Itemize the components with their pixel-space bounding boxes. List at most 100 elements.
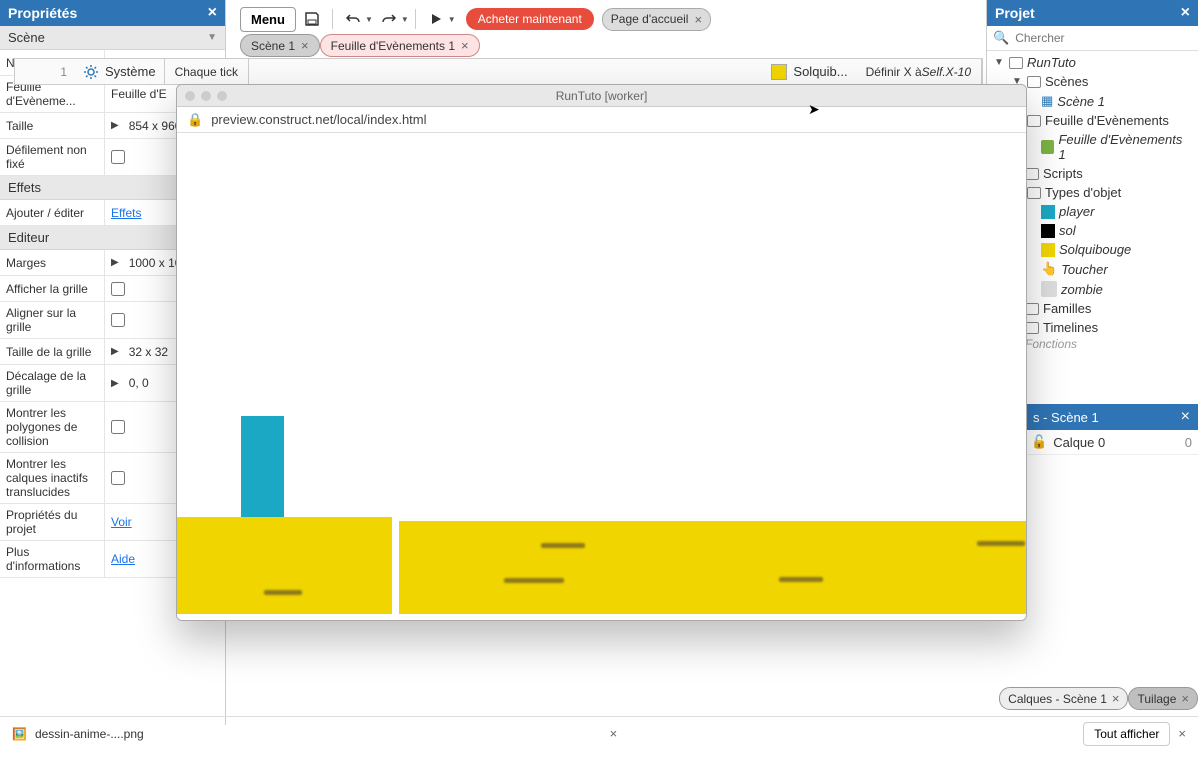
project-header: Projet × — [987, 0, 1198, 26]
properties-title: Propriétés — [8, 5, 77, 21]
tab-tilemap[interactable]: Tuilage × — [1128, 687, 1198, 710]
undo-button[interactable] — [339, 5, 367, 33]
game-detail — [779, 577, 823, 582]
file-icon: 🖼️ — [12, 727, 27, 741]
view-link[interactable]: Voir — [111, 515, 132, 529]
event-condition-tick[interactable]: Chaque tick — [165, 59, 249, 84]
play-dropdown-icon[interactable]: ▼ — [448, 15, 456, 24]
event-condition-system[interactable]: Système — [75, 59, 165, 84]
prop-taille-label: Taille — [0, 113, 105, 138]
chevron-down-icon: ▼ — [207, 32, 217, 43]
undo-dropdown-icon[interactable]: ▼ — [365, 15, 373, 24]
game-ground — [399, 521, 1027, 614]
close-icon[interactable]: × — [461, 38, 469, 53]
lock-icon[interactable]: 🔓 — [1031, 434, 1047, 450]
file-close-icon[interactable]: × — [610, 726, 618, 741]
prop-inactifs-label: Montrer les calques inactifs translucide… — [0, 453, 105, 503]
show-all-button[interactable]: Tout afficher — [1083, 722, 1170, 746]
action-expression[interactable]: Définir X à Self.X-10 — [856, 59, 982, 84]
search-input[interactable] — [1015, 31, 1192, 45]
folder-icon — [1025, 322, 1039, 334]
prop-defil-checkbox[interactable] — [111, 150, 125, 164]
prop-inactifs-checkbox[interactable] — [111, 471, 125, 485]
game-ground — [177, 517, 392, 614]
save-button[interactable] — [298, 5, 326, 33]
home-tab[interactable]: Page d'accueil × — [602, 8, 711, 31]
prop-plusinfo-label: Plus d'informations — [0, 541, 105, 577]
separator — [415, 9, 416, 29]
file-name: dessin-anime-....png — [35, 727, 144, 741]
folder-icon — [1025, 303, 1039, 315]
folder-icon — [1027, 187, 1041, 199]
sprite-icon — [1041, 281, 1057, 297]
document-tabs: Scène 1 × Feuille d'Evènements 1 × — [240, 34, 480, 57]
event-action[interactable]: Solquib... — [763, 64, 855, 80]
game-detail — [541, 543, 585, 548]
play-button[interactable] — [422, 5, 450, 33]
close-icon[interactable]: × — [694, 12, 702, 27]
preview-title: RunTuto [worker] — [177, 89, 1026, 103]
section-scene[interactable]: Scène ▼ — [0, 26, 225, 50]
prop-aligngrille-label: Aligner sur la grille — [0, 302, 105, 338]
project-search: 🔍 — [987, 26, 1198, 51]
expand-icon[interactable]: ▶ — [111, 346, 119, 357]
separator — [332, 9, 333, 29]
prop-defil-label: Défilement non fixé — [0, 139, 105, 175]
effects-link[interactable]: Effets — [111, 206, 141, 220]
layers-header: s - Scène 1 × — [1025, 404, 1198, 430]
redo-dropdown-icon[interactable]: ▼ — [401, 15, 409, 24]
menu-button[interactable]: Menu — [240, 7, 296, 32]
layers-close-icon[interactable]: × — [1181, 408, 1190, 426]
prop-affgrille-checkbox[interactable] — [111, 282, 125, 296]
preview-viewport[interactable] — [177, 133, 1026, 620]
close-icon[interactable]: × — [1112, 691, 1120, 706]
right-bottom-tabs: Calques - Scène 1 × Tuilage × — [999, 687, 1198, 710]
event-row[interactable]: 1 Système Chaque tick Solquib... Définir… — [14, 58, 983, 85]
tab-scene1[interactable]: Scène 1 × — [240, 34, 320, 57]
tab-eventsheet-label: Feuille d'Evènements 1 — [331, 39, 455, 53]
action-object: Solquib... — [793, 64, 847, 79]
lock-icon: 🔒 — [187, 112, 203, 128]
game-detail — [264, 590, 302, 595]
bar-close-icon[interactable]: × — [1178, 726, 1186, 741]
folder-icon — [1025, 168, 1039, 180]
expand-icon[interactable]: ▶ — [111, 120, 119, 131]
search-icon: 🔍 — [993, 30, 1009, 46]
sprite-icon — [1041, 205, 1055, 219]
prop-polycoll-checkbox[interactable] — [111, 420, 125, 434]
preview-titlebar[interactable]: RunTuto [worker] — [177, 85, 1026, 107]
redo-button[interactable] — [375, 5, 403, 33]
folder-icon — [1009, 57, 1023, 69]
tab-eventsheet[interactable]: Feuille d'Evènements 1 × — [320, 34, 480, 57]
prop-decalage-label: Décalage de la grille — [0, 365, 105, 401]
condition-system-label: Système — [105, 64, 156, 79]
sprite-icon — [771, 64, 787, 80]
close-icon[interactable]: × — [1181, 691, 1189, 706]
main-toolbar: Menu ▼ ▼ ▼ Acheter maintenant Page d'acc… — [240, 5, 711, 33]
expand-icon[interactable]: ▶ — [111, 378, 119, 389]
section-scene-label: Scène — [8, 30, 45, 45]
layers-panel: s - Scène 1 × 🔓 Calque 0 0 — [1024, 404, 1198, 455]
game-player — [241, 416, 284, 520]
tree-root[interactable]: ▼RunTuto — [991, 53, 1194, 72]
home-tab-label: Page d'accueil — [611, 12, 689, 26]
sprite-icon — [1041, 224, 1055, 238]
collapse-icon[interactable]: ▼ — [993, 57, 1005, 68]
game-detail — [504, 578, 564, 583]
expand-icon[interactable]: ▶ — [111, 257, 119, 268]
help-link[interactable]: Aide — [111, 552, 135, 566]
buy-button[interactable]: Acheter maintenant — [466, 8, 594, 30]
layer-row[interactable]: 🔓 Calque 0 0 — [1025, 430, 1198, 455]
project-close-icon[interactable]: × — [1181, 4, 1190, 22]
sprite-icon — [1041, 243, 1055, 257]
eventsheet-icon — [1041, 140, 1055, 154]
tab-scene1-label: Scène 1 — [251, 39, 295, 53]
close-icon[interactable]: × — [301, 38, 309, 53]
properties-close-icon[interactable]: × — [208, 4, 217, 22]
cursor-icon: ➤ — [808, 101, 820, 118]
layers-title: s - Scène 1 — [1033, 410, 1099, 425]
tab-layers[interactable]: Calques - Scène 1 × — [999, 687, 1128, 710]
prop-aligngrille-checkbox[interactable] — [111, 313, 125, 327]
downloads-bar: 🖼️ dessin-anime-....png × Tout afficher … — [0, 716, 1198, 750]
file-chip[interactable]: 🖼️ dessin-anime-....png — [12, 727, 144, 741]
